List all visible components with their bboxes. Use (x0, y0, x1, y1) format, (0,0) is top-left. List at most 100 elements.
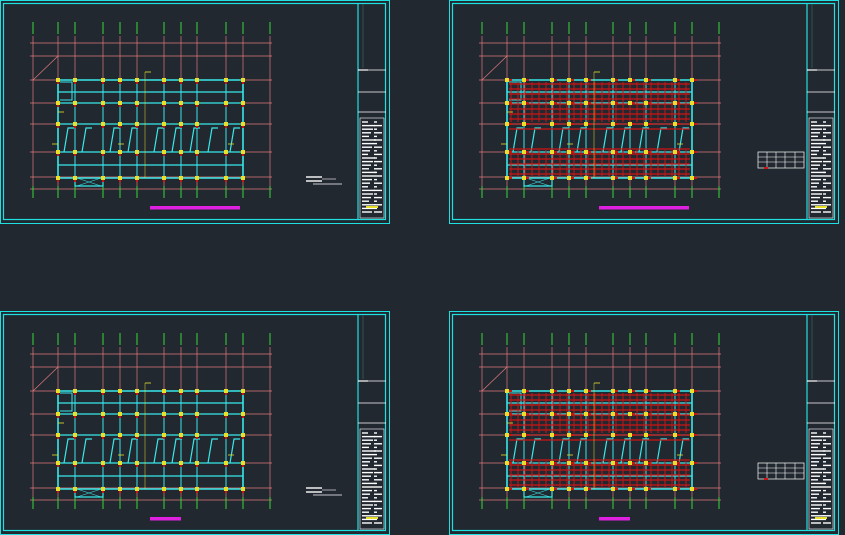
column-rebar-tag (163, 393, 165, 395)
column-marker (135, 433, 139, 437)
column-rebar-tag (102, 393, 104, 395)
column-rebar-tag (119, 416, 121, 418)
column-marker (179, 122, 183, 126)
column-rebar-tag (225, 180, 227, 182)
column-marker (673, 101, 677, 105)
column-rebar-tag (119, 437, 121, 439)
column-marker (101, 412, 105, 416)
column-rebar-tag (588, 151, 591, 153)
column-marker (162, 487, 166, 491)
column-marker (584, 487, 588, 491)
column-rebar-tag (102, 465, 104, 467)
column-marker (195, 78, 199, 82)
column-rebar-tag (136, 393, 138, 395)
column-rebar-tag (196, 416, 198, 418)
column-marker (550, 176, 554, 180)
column-rebar-tag (632, 177, 635, 179)
column-rebar-tag (615, 79, 618, 81)
sheet-label-bar (150, 517, 181, 521)
column-marker (567, 122, 571, 126)
column-rebar-tag (632, 102, 635, 104)
column-marker (567, 78, 571, 82)
column-rebar-tag (74, 105, 76, 107)
column-marker (56, 433, 60, 437)
column-rebar-tag (136, 416, 138, 418)
column-marker (101, 487, 105, 491)
column-marker (179, 150, 183, 154)
column-rebar-tag (648, 177, 651, 179)
column-marker (611, 461, 615, 465)
column-marker (118, 487, 122, 491)
column-marker (241, 433, 245, 437)
column-rebar-tag (119, 393, 121, 395)
column-marker (195, 122, 199, 126)
column-marker (673, 412, 677, 416)
column-marker (56, 150, 60, 154)
column-rebar-tag (615, 462, 618, 464)
column-marker (505, 412, 509, 416)
column-rebar-tag (102, 154, 104, 156)
column-marker (241, 101, 245, 105)
column-rebar-tag (571, 151, 574, 153)
column-rebar-tag (119, 491, 121, 493)
column-marker (241, 487, 245, 491)
column-rebar-tag (196, 437, 198, 439)
column-marker (505, 389, 509, 393)
column-marker (101, 101, 105, 105)
column-rebar-tag (180, 437, 182, 439)
column-rebar-tag (615, 488, 618, 490)
column-rebar-tag (57, 465, 59, 467)
column-rebar-tag (677, 434, 680, 436)
column-marker (179, 78, 183, 82)
column-marker (241, 122, 245, 126)
column-rebar-tag (136, 465, 138, 467)
column-rebar-tag (648, 102, 651, 104)
column-rebar-tag (632, 79, 635, 81)
column-rebar-tag (102, 416, 104, 418)
column-marker (179, 389, 183, 393)
column-marker (567, 461, 571, 465)
column-rebar-tag (526, 151, 529, 153)
column-rebar-tag (509, 413, 512, 415)
column-marker (673, 389, 677, 393)
column-marker (179, 412, 183, 416)
sheet-label-bar (599, 206, 689, 210)
column-rebar-tag (196, 180, 198, 182)
column-rebar-tag (509, 488, 512, 490)
column-marker (135, 487, 139, 491)
column-marker (118, 389, 122, 393)
column-rebar-tag (136, 154, 138, 156)
column-marker (611, 101, 615, 105)
column-marker (505, 487, 509, 491)
column-marker (56, 461, 60, 465)
column-rebar-tag (571, 123, 574, 125)
column-rebar-tag (615, 177, 618, 179)
column-marker (118, 461, 122, 465)
column-rebar-tag (694, 102, 697, 104)
column-rebar-tag (632, 434, 635, 436)
column-marker (673, 487, 677, 491)
column-marker (690, 412, 694, 416)
column-rebar-tag (571, 177, 574, 179)
column-rebar-tag (632, 123, 635, 125)
column-marker (522, 412, 526, 416)
column-marker (162, 461, 166, 465)
column-rebar-tag (163, 416, 165, 418)
column-rebar-tag (554, 123, 557, 125)
cad-drawing-canvas (0, 0, 845, 535)
column-marker (56, 487, 60, 491)
column-marker (628, 101, 632, 105)
column-marker (179, 461, 183, 465)
column-rebar-tag (632, 413, 635, 415)
column-marker (584, 78, 588, 82)
column-rebar-tag (588, 79, 591, 81)
column-rebar-tag (509, 151, 512, 153)
column-rebar-tag (526, 390, 529, 392)
column-rebar-tag (509, 434, 512, 436)
column-rebar-tag (588, 123, 591, 125)
column-rebar-tag (196, 105, 198, 107)
column-marker (628, 389, 632, 393)
column-rebar-tag (632, 488, 635, 490)
column-marker (505, 461, 509, 465)
column-rebar-tag (242, 491, 244, 493)
